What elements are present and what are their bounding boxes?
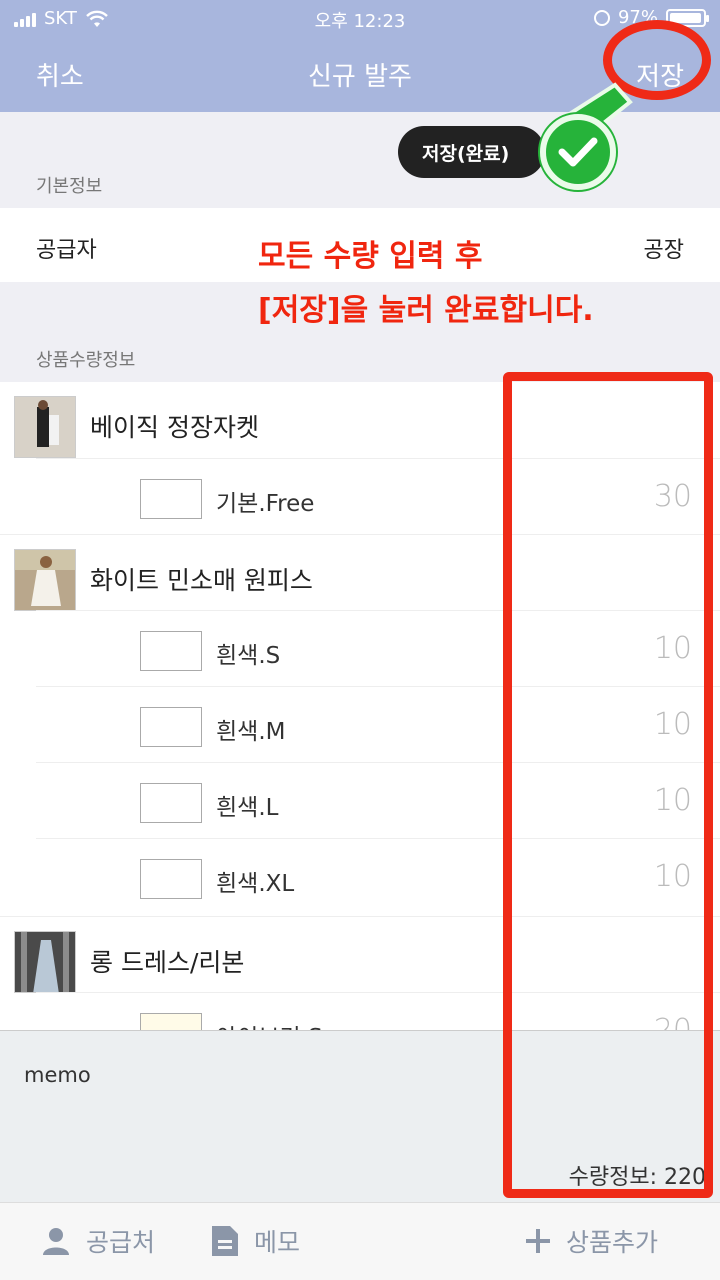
quantity-input[interactable]: 30: [654, 479, 692, 514]
quantity-input[interactable]: 10: [654, 631, 692, 666]
quantity-input[interactable]: 10: [654, 783, 692, 818]
memo-panel[interactable]: memo 수량정보: 220: [0, 1030, 720, 1202]
product-list: 베이직 정장자켓 기본.Free 30 화이트 민소매 원피스 흰색.S 10 …: [0, 382, 720, 1032]
add-product-tab[interactable]: 상품추가: [524, 1223, 658, 1259]
product-row[interactable]: 화이트 민소매 원피스: [0, 534, 720, 611]
save-button[interactable]: 저장: [636, 56, 684, 93]
option-row[interactable]: 흰색.L 10: [36, 762, 720, 838]
plus-icon: [526, 1229, 550, 1253]
product-name: 베이직 정장자켓: [90, 413, 259, 442]
option-color-swatch: [140, 479, 202, 519]
option-row[interactable]: 흰색.S 10: [36, 610, 720, 686]
option-color-swatch: [140, 859, 202, 899]
orientation-lock-icon: [593, 9, 610, 26]
supplier-label: 공급자: [36, 238, 97, 263]
quantity-input[interactable]: 10: [654, 859, 692, 894]
annotation-line-1: 모든 수량 입력 후: [258, 239, 483, 274]
product-row[interactable]: 베이직 정장자켓: [0, 382, 720, 458]
option-color-swatch: [140, 783, 202, 823]
product-row[interactable]: 롱 드레스/리본: [0, 916, 720, 993]
option-name: 기본.Free: [216, 491, 315, 517]
memo-tab[interactable]: 메모: [210, 1223, 300, 1259]
supplier-tab-label: 공급처: [86, 1228, 156, 1257]
option-row[interactable]: 기본.Free 30: [36, 458, 720, 534]
product-thumbnail: [14, 396, 76, 458]
memo-tab-label: 메모: [254, 1228, 301, 1257]
checkmark-icon: [540, 114, 616, 190]
option-row[interactable]: 아이보리.S 20: [36, 992, 720, 1032]
product-name: 롱 드레스/리본: [90, 948, 245, 977]
battery-icon: [666, 8, 709, 27]
option-color-swatch: [140, 707, 202, 747]
save-callout: 저장(완료): [398, 126, 546, 178]
product-name: 화이트 민소매 원피스: [90, 566, 313, 595]
basic-info-header: 기본정보: [36, 176, 103, 197]
memo-label: memo: [24, 1063, 91, 1087]
instruction-annotation: 모든 수량 입력 후 [저장]을 눌러 완료합니다.: [258, 230, 594, 338]
document-icon: [212, 1226, 238, 1256]
supplier-value[interactable]: 공장: [644, 232, 684, 264]
option-row[interactable]: 흰색.M 10: [36, 686, 720, 762]
option-color-swatch: [140, 631, 202, 671]
bottom-toolbar: 공급처 메모 상품추가: [0, 1202, 720, 1280]
option-name: 흰색.S: [216, 643, 281, 669]
option-name: 흰색.XL: [216, 871, 295, 897]
product-thumbnail: [14, 549, 76, 611]
product-qty-header: 상품수량정보: [36, 350, 136, 371]
option-row[interactable]: 흰색.XL 10: [36, 838, 720, 914]
option-name: 흰색.M: [216, 719, 286, 745]
quantity-total: 수량정보: 220: [568, 1165, 706, 1190]
product-thumbnail: [14, 931, 76, 993]
quantity-input[interactable]: 10: [654, 707, 692, 742]
battery-percent: 97%: [617, 7, 658, 28]
person-icon: [43, 1228, 69, 1255]
option-name: 흰색.L: [216, 795, 279, 821]
supplier-tab[interactable]: 공급처: [40, 1223, 155, 1259]
add-product-tab-label: 상품추가: [566, 1228, 659, 1257]
annotation-line-2: [저장]을 눌러 완료합니다.: [258, 293, 594, 328]
status-bar: SKT 오후 12:23 97%: [0, 0, 720, 36]
